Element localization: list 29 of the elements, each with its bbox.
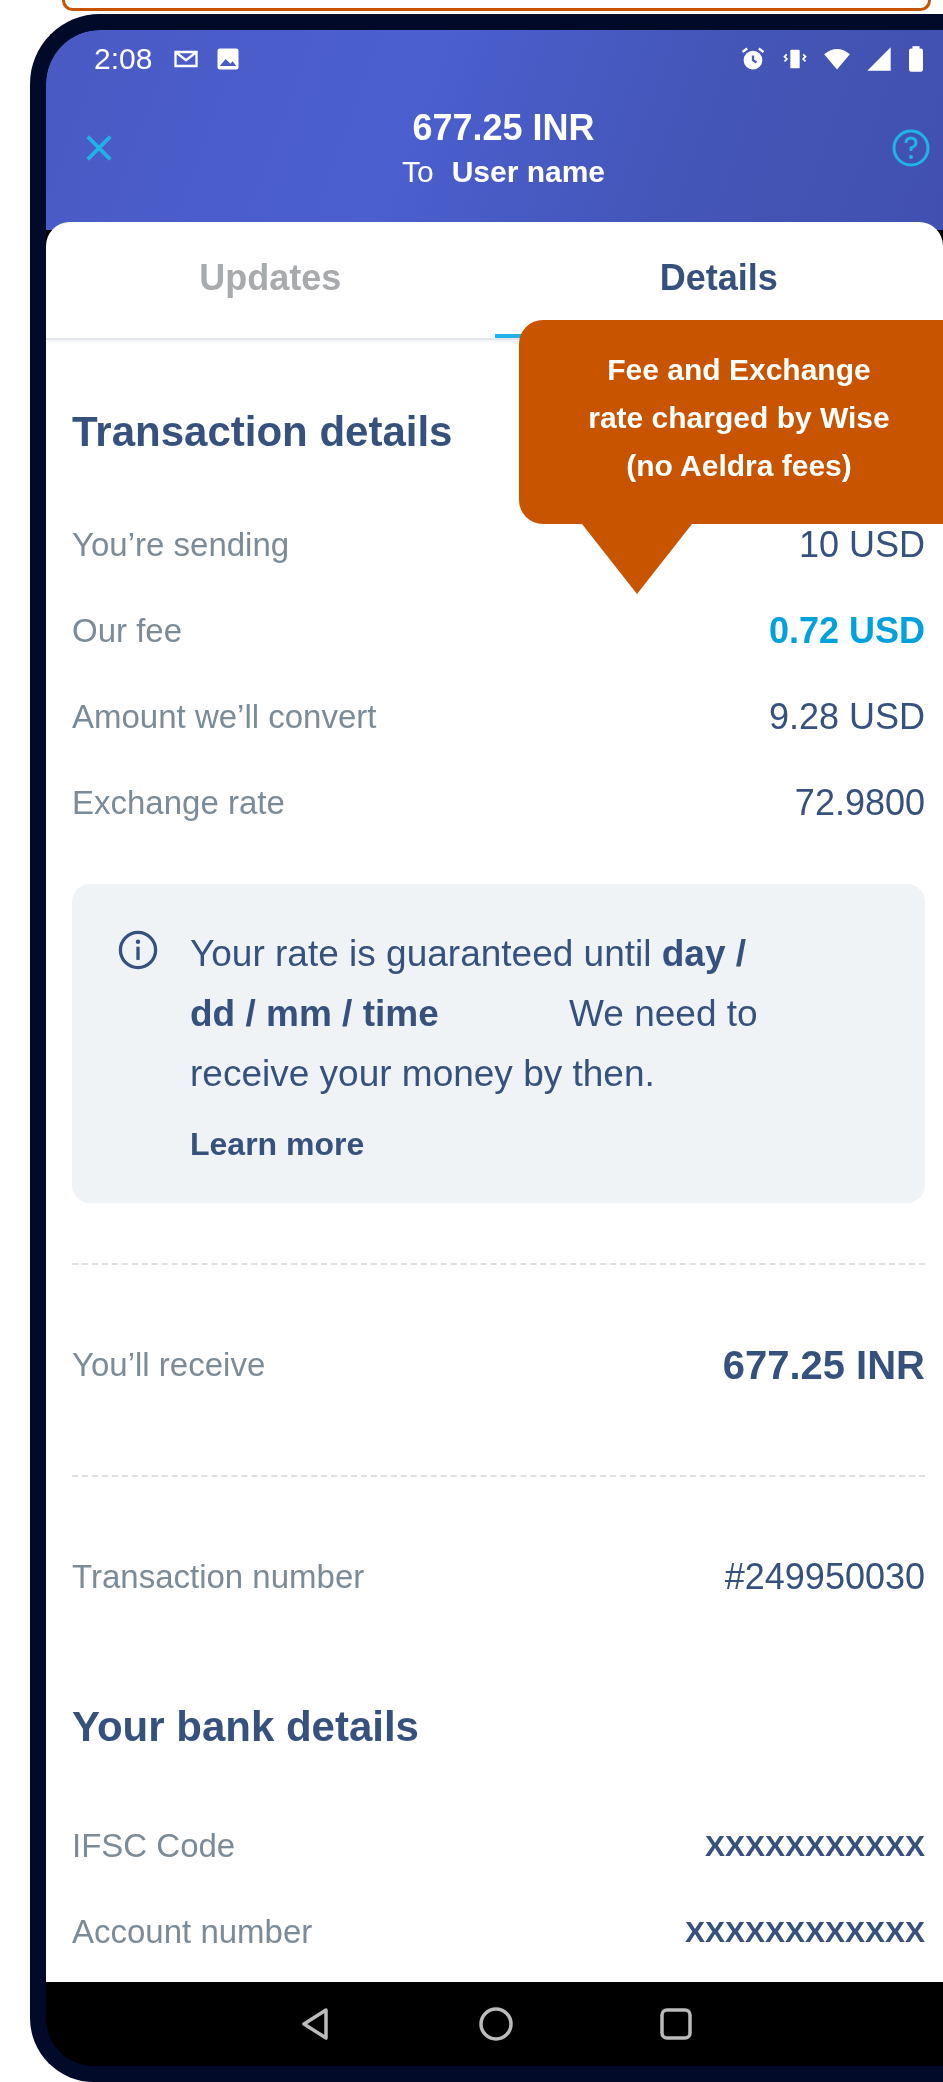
row-label: Account number xyxy=(72,1913,313,1951)
battery-icon xyxy=(907,45,925,73)
row-label: Exchange rate xyxy=(72,784,285,822)
row-value: 9.28 USD xyxy=(768,696,925,738)
help-icon[interactable] xyxy=(891,128,931,168)
receive-amount: 677.25 INR xyxy=(722,1342,925,1388)
row-value: 72.9800 xyxy=(794,782,925,824)
signal-icon xyxy=(865,45,893,73)
row-label: IFSC Code xyxy=(72,1827,236,1865)
info-icon xyxy=(116,928,160,972)
status-time: 2:08 xyxy=(94,42,153,76)
home-icon[interactable] xyxy=(476,2004,516,2044)
section-title: Transaction details xyxy=(72,407,453,457)
notice-text: Your rate is guaranteed until day / dd / mm / time We need to receive your money by then. xyxy=(190,932,759,1096)
to-label: To xyxy=(401,155,434,189)
row-value: 10 USD xyxy=(798,524,925,566)
row-label: You’re sending xyxy=(72,526,290,564)
row-value: 0.72 USD xyxy=(768,610,925,652)
row-label: You’ll receive xyxy=(72,1346,266,1384)
row-label: Transaction number xyxy=(72,1558,365,1596)
row-value: XXXXXXXXXXXX xyxy=(684,1915,925,1949)
row-label: Our fee xyxy=(72,612,183,650)
learn-more-link[interactable]: Learn more xyxy=(190,1126,365,1163)
row-value: #249950030 xyxy=(724,1556,925,1598)
recipient-name: User name xyxy=(451,155,606,189)
header-amount: 677.25 INR xyxy=(412,107,595,149)
section-title: Your bank details xyxy=(72,1702,419,1752)
row-label: Amount we’ll convert xyxy=(72,698,377,736)
row-value: XXXXXXXXXXX xyxy=(704,1829,925,1863)
